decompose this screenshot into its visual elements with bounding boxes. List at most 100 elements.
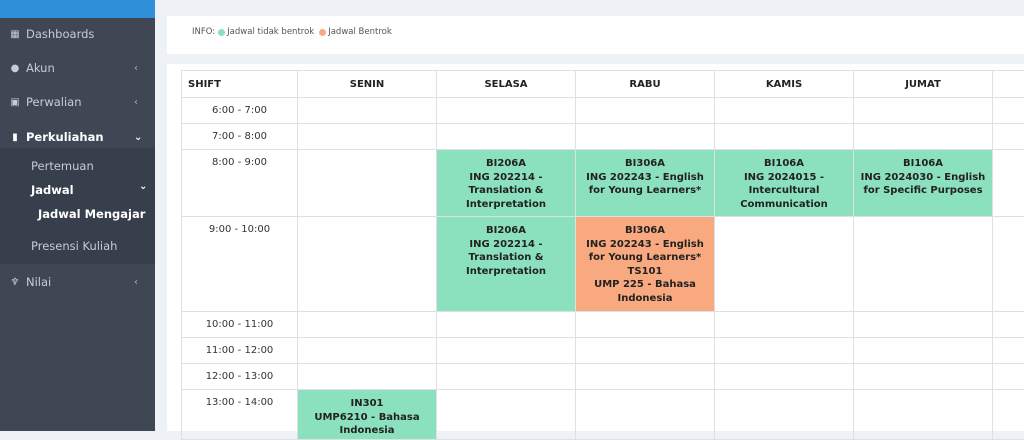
empty-cell — [854, 338, 993, 364]
table-row: 6:00 - 7:00 — [182, 98, 1024, 124]
course-name: ING 2024015 - Intercultural Communicatio… — [718, 171, 850, 212]
empty-cell — [715, 98, 854, 124]
schedule-entry-rabu[interactable]: BI306AING 202243 - English for Young Lea… — [576, 217, 715, 312]
empty-cell — [993, 124, 1024, 150]
id-card-icon: ▣ — [10, 97, 20, 108]
empty-cell — [993, 364, 1024, 390]
empty-cell — [576, 390, 715, 440]
legend-conflict: Jadwal Bentrok — [328, 27, 392, 37]
empty-cell — [576, 98, 715, 124]
empty-cell — [298, 364, 437, 390]
class-code: BI206A — [440, 224, 572, 238]
grid-icon: ▦ — [10, 29, 20, 40]
course-name: ING 202243 - English for Young Learners* — [579, 171, 711, 198]
sidebar-subitem-jadwal-mengajar[interactable]: Jadwal Mengajar — [38, 207, 145, 221]
no-conflict-dot-icon — [218, 29, 225, 36]
table-row: 13:00 - 14:00IN301UMP6210 - Bahasa Indon… — [182, 390, 1024, 440]
empty-cell — [576, 364, 715, 390]
schedule-panel: SHIFTSENINSELASARABUKAMISJUMAT 6:00 - 7:… — [167, 64, 1024, 431]
sidebar-subitem-pertemuan[interactable]: Pertemuan — [31, 159, 94, 173]
shift-time: 8:00 - 9:00 — [182, 150, 298, 217]
empty-cell — [715, 364, 854, 390]
shift-time: 9:00 - 10:00 — [182, 217, 298, 312]
shift-time: 6:00 - 7:00 — [182, 98, 298, 124]
table-row: 7:00 - 8:00 — [182, 124, 1024, 150]
shift-time: 10:00 - 11:00 — [182, 312, 298, 338]
empty-cell — [715, 390, 854, 440]
column-header: SHIFT — [182, 71, 298, 98]
sidebar-item-perkuliahan[interactable]: ▮ Perkuliahan ⌄ — [0, 127, 155, 147]
empty-cell — [854, 364, 993, 390]
empty-cell — [298, 150, 437, 217]
empty-cell — [576, 338, 715, 364]
shift-time: 11:00 - 12:00 — [182, 338, 298, 364]
empty-cell — [993, 217, 1024, 312]
column-header: JUMAT — [854, 71, 993, 98]
class-code: TS101 — [579, 265, 711, 279]
column-header: RABU — [576, 71, 715, 98]
empty-cell — [298, 217, 437, 312]
empty-cell — [715, 217, 854, 312]
empty-cell — [993, 390, 1024, 440]
book-icon: ▮ — [10, 132, 20, 143]
course-name: ING 202214 - Translation & Interpretatio… — [440, 171, 572, 212]
table-row: 9:00 - 10:00 BI206AING 202214 - Translati… — [182, 217, 1024, 312]
trophy-icon: ♆ — [10, 277, 20, 288]
course-name: UMP6210 - Bahasa Indonesia — [301, 411, 433, 438]
schedule-entry-selasa[interactable]: BI206AING 202214 - Translation & Interpr… — [437, 217, 576, 312]
legend-no-conflict: Jadwal tidak bentrok — [227, 27, 314, 37]
empty-cell — [993, 150, 1024, 217]
empty-cell — [298, 338, 437, 364]
empty-cell — [437, 364, 576, 390]
course-name: ING 2024030 - English for Specific Purpo… — [857, 171, 989, 198]
empty-cell — [576, 312, 715, 338]
empty-cell — [854, 98, 993, 124]
schedule-entry-selasa[interactable]: BI206AING 202214 - Translation & Interpr… — [437, 150, 576, 217]
schedule-entry-senin[interactable]: IN301UMP6210 - Bahasa Indonesia — [298, 390, 437, 440]
schedule-entry-kamis[interactable]: BI106AING 2024015 - Intercultural Commun… — [715, 150, 854, 217]
main-content: INFO: Jadwal tidak bentrok Jadwal Bentro… — [155, 0, 1024, 431]
chevron-left-icon: ‹ — [134, 97, 138, 108]
empty-cell — [715, 338, 854, 364]
column-header: SENIN — [298, 71, 437, 98]
schedule-table: SHIFTSENINSELASARABUKAMISJUMAT 6:00 - 7:… — [181, 70, 1024, 440]
empty-cell — [854, 390, 993, 440]
empty-cell — [298, 124, 437, 150]
class-code: BI306A — [579, 224, 711, 238]
empty-cell — [437, 312, 576, 338]
shift-time: 13:00 - 14:00 — [182, 390, 298, 440]
sidebar-item-nilai[interactable]: ♆ Nilai ‹ — [0, 272, 155, 292]
empty-cell — [715, 312, 854, 338]
sidebar-subitem-jadwal[interactable]: Jadwal — [31, 183, 74, 197]
empty-cell — [993, 338, 1024, 364]
sidebar-item-akun[interactable]: ● Akun ‹ — [0, 58, 155, 78]
brand-bar — [0, 0, 155, 18]
column-header — [993, 71, 1024, 98]
class-code: BI306A — [579, 157, 711, 171]
empty-cell — [715, 124, 854, 150]
course-name: UMP 225 - Bahasa Indonesia — [579, 278, 711, 305]
empty-cell — [576, 124, 715, 150]
conflict-dot-icon — [319, 29, 326, 36]
user-icon: ● — [10, 63, 20, 74]
sidebar-item-dashboards[interactable]: ▦ Dashboards — [0, 24, 155, 44]
sidebar-item-perwalian[interactable]: ▣ Perwalian ‹ — [0, 92, 155, 112]
table-row: 8:00 - 9:00 BI206AING 202214 - Translatio… — [182, 150, 1024, 217]
empty-cell — [854, 312, 993, 338]
chevron-down-icon: ⌄ — [134, 132, 142, 143]
empty-cell — [298, 312, 437, 338]
sidebar: ▦ Dashboards ● Akun ‹ ▣ Perwalian ‹ ▮ Pe… — [0, 0, 155, 431]
schedule-entry-jumat[interactable]: BI106AING 2024030 - English for Specific… — [854, 150, 993, 217]
shift-time: 12:00 - 13:00 — [182, 364, 298, 390]
schedule-entry-rabu[interactable]: BI306AING 202243 - English for Young Lea… — [576, 150, 715, 217]
sidebar-subitem-presensi-kuliah[interactable]: Presensi Kuliah — [31, 239, 117, 253]
chevron-left-icon: ‹ — [134, 63, 138, 74]
course-name: ING 202214 - Translation & Interpretatio… — [440, 238, 572, 279]
empty-cell — [437, 98, 576, 124]
empty-cell — [993, 98, 1024, 124]
legend: INFO: Jadwal tidak bentrok Jadwal Bentro… — [192, 27, 392, 37]
class-code: BI106A — [857, 157, 989, 171]
empty-cell — [298, 98, 437, 124]
empty-cell — [437, 124, 576, 150]
info-panel: INFO: Jadwal tidak bentrok Jadwal Bentro… — [167, 16, 1024, 54]
